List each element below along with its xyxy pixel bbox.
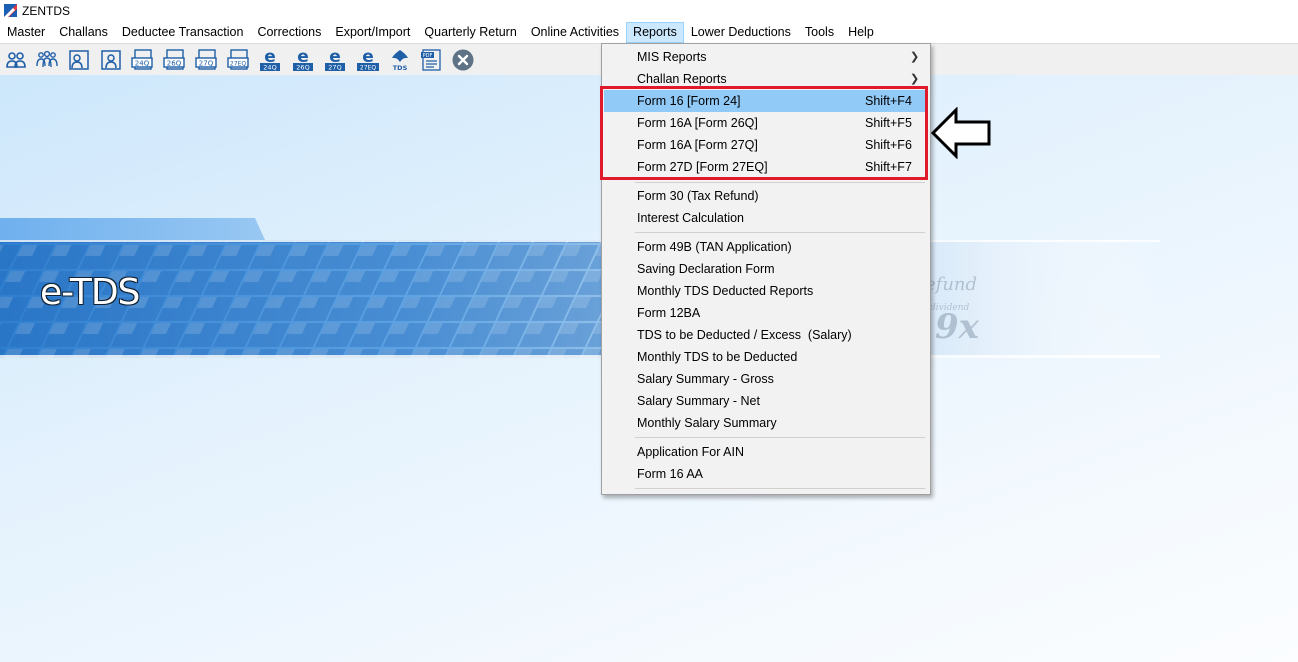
efile-27eq-icon[interactable]: e 27EQ: [356, 48, 380, 72]
menu-separator: [635, 437, 925, 438]
efile-24q-label: 24Q: [263, 64, 276, 72]
svg-text:efund: efund: [925, 274, 977, 295]
submenu-arrow-icon: ❯: [910, 51, 920, 63]
form-24q-label: 24Q: [135, 60, 150, 68]
menu-item-interest-calculation[interactable]: Interest Calculation: [604, 207, 928, 229]
menu-item-label: Challan Reports: [637, 72, 727, 86]
menu-separator: [635, 488, 925, 489]
form-26q-label: 26Q: [167, 60, 182, 68]
tds-logo-label: TDS: [393, 64, 408, 72]
menu-item-form-49b-tan-application[interactable]: Form 49B (TAN Application): [604, 236, 928, 258]
form-27q-icon[interactable]: 27Q: [194, 48, 218, 72]
menu-item-form-16-aa[interactable]: Form 16 AA: [604, 463, 928, 485]
menu-master[interactable]: Master: [0, 22, 52, 43]
form-27eq-icon[interactable]: 27EQ: [226, 48, 250, 72]
menu-export-import[interactable]: Export/Import: [328, 22, 417, 43]
menu-item-label: Form 16 AA: [637, 467, 703, 481]
annotation-highlight-box: [600, 86, 928, 180]
window-title: ZENTDS: [22, 4, 70, 18]
tds-logo-icon[interactable]: TDS: [388, 48, 412, 72]
efile-27eq-label: 27EQ: [360, 65, 376, 72]
menu-reports[interactable]: Reports: [626, 22, 684, 43]
menu-item-label: TDS to be Deducted / Excess (Salary): [637, 328, 852, 342]
efile-27q-label: 27Q: [328, 64, 341, 72]
efile-24q-icon[interactable]: e 24Q: [258, 48, 282, 72]
menu-item-label: Saving Declaration Form: [637, 262, 775, 276]
annotation-arrow-icon: [930, 107, 991, 159]
menu-corrections[interactable]: Corrections: [250, 22, 328, 43]
group-icon[interactable]: [35, 48, 59, 72]
etds-banner-title: e-TDS: [40, 272, 140, 313]
menu-item-monthly-tds-to-be-deducted[interactable]: Monthly TDS to be Deducted: [604, 346, 928, 368]
menu-item-label: Monthly TDS to be Deducted: [637, 350, 798, 364]
menu-online-activities[interactable]: Online Activities: [524, 22, 626, 43]
menu-challans[interactable]: Challans: [52, 22, 115, 43]
menu-tools[interactable]: Tools: [798, 22, 841, 43]
menu-separator: [635, 182, 925, 183]
menu-item-label: Form 49B (TAN Application): [637, 240, 792, 254]
menu-item-label: Form 30 (Tax Refund): [637, 189, 759, 203]
person-card-icon[interactable]: [67, 48, 91, 72]
users-icon[interactable]: [4, 48, 28, 72]
menu-item-tds-to-be-deducted-excess-salary[interactable]: TDS to be Deducted / Excess (Salary): [604, 324, 928, 346]
menu-item-label: Salary Summary - Net: [637, 394, 760, 408]
efile-27q-icon[interactable]: e 27Q: [323, 48, 347, 72]
menu-item-salary-summary-net[interactable]: Salary Summary - Net: [604, 390, 928, 412]
menu-item-application-for-ain[interactable]: Application For AIN: [604, 441, 928, 463]
menu-item-label: Monthly Salary Summary: [637, 416, 777, 430]
form-27q-label: 27Q: [199, 60, 214, 68]
pdf-icon[interactable]: PDF: [419, 48, 443, 72]
efile-26q-icon[interactable]: e 26Q: [291, 48, 315, 72]
menu-item-form-12ba[interactable]: Form 12BA: [604, 302, 928, 324]
menu-item-monthly-tds-deducted-reports[interactable]: Monthly TDS Deducted Reports: [604, 280, 928, 302]
menu-item-label: Monthly TDS Deducted Reports: [637, 284, 814, 298]
menu-item-saving-declaration-form[interactable]: Saving Declaration Form: [604, 258, 928, 280]
person-card-edit-icon[interactable]: [99, 48, 123, 72]
menu-lower-deductions[interactable]: Lower Deductions: [684, 22, 798, 43]
form-26q-icon[interactable]: 26Q: [162, 48, 186, 72]
menu-item-label: MIS Reports: [637, 50, 707, 64]
menu-deductee-transaction[interactable]: Deductee Transaction: [115, 22, 251, 43]
efile-26q-label: 26Q: [296, 64, 309, 72]
menu-help[interactable]: Help: [841, 22, 881, 43]
svg-text:9x: 9x: [935, 307, 980, 347]
etds-banner: efund dividend 9x: [0, 218, 1160, 358]
menu-item-form-30-tax-refund[interactable]: Form 30 (Tax Refund): [604, 185, 928, 207]
title-bar: ZENTDS: [0, 0, 1298, 22]
form-27eq-label: 27EQ: [230, 61, 246, 68]
menu-item-mis-reports[interactable]: MIS Reports ❯: [604, 46, 928, 68]
menu-bar: Master Challans Deductee Transaction Cor…: [0, 22, 1298, 44]
menu-item-label: Form 12BA: [637, 306, 701, 320]
menu-quarterly-return[interactable]: Quarterly Return: [417, 22, 523, 43]
menu-item-salary-summary-gross[interactable]: Salary Summary - Gross: [604, 368, 928, 390]
menu-item-label: Application For AIN: [637, 445, 744, 459]
menu-separator: [635, 232, 925, 233]
app-logo-icon: [4, 4, 17, 17]
menu-item-monthly-salary-summary[interactable]: Monthly Salary Summary: [604, 412, 928, 434]
submenu-arrow-icon: ❯: [910, 73, 920, 85]
menu-item-label: Interest Calculation: [637, 211, 745, 225]
pdf-label: PDF: [423, 53, 433, 59]
form-24q-icon[interactable]: 24Q: [130, 48, 154, 72]
menu-item-label: Salary Summary - Gross: [637, 372, 774, 386]
close-circle-icon[interactable]: [451, 48, 475, 72]
